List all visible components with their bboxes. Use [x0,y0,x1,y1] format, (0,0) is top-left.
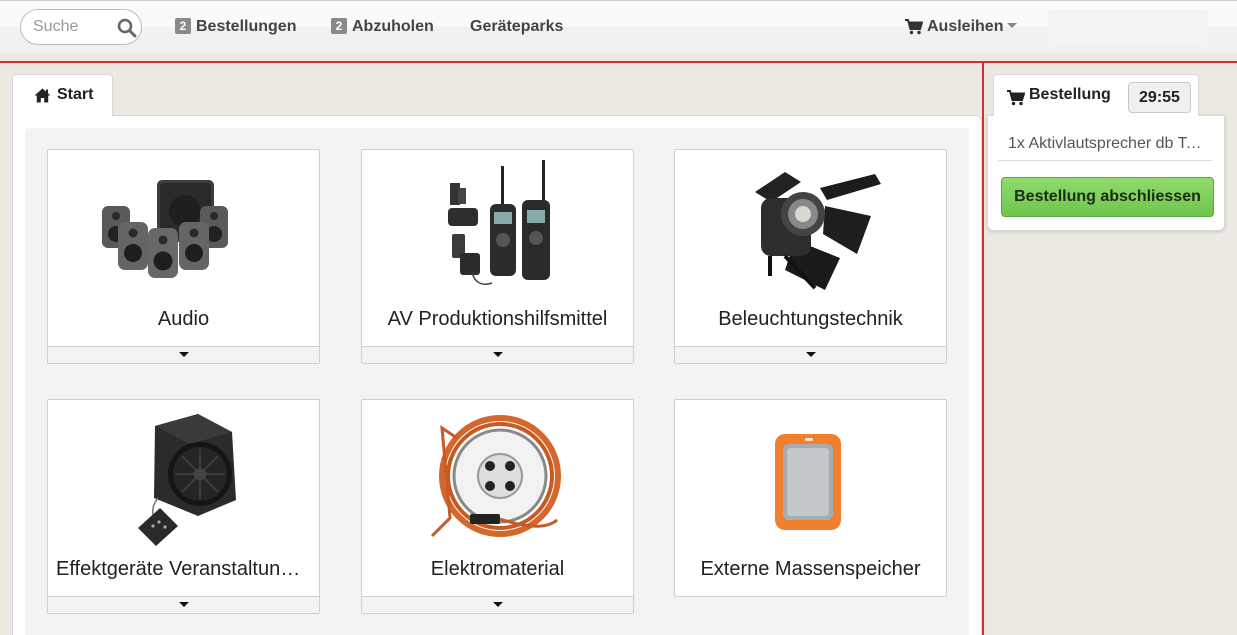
orders-count-badge: 2 [175,18,191,34]
category-title: AV Produktionshilfsmittel [387,308,608,330]
top-navigation-bar: 2 Bestellungen 2 Abzuholen Geräteparks Aus… [0,0,1237,53]
speaker-set-image [102,180,228,278]
search-box[interactable] [20,9,142,45]
checkout-button[interactable]: Bestellung abschliessen [1001,177,1214,217]
user-menu-area[interactable] [1048,9,1208,43]
tab-order-label: Bestellung [1029,86,1111,103]
category-card-effects[interactable]: Effektgeräte Veranstaltungstechnik [47,399,320,614]
caret-down-icon [493,602,503,607]
stage-spotlight-image [755,172,881,290]
cart-icon [905,19,923,35]
category-card-electrical[interactable]: Elektromaterial [361,399,634,614]
order-item-line[interactable]: 1x Aktivlautsprecher db Technologies Ope… [1008,135,1208,153]
tab-order[interactable]: Bestellung 29:55 [993,74,1199,116]
category-expand-toggle[interactable] [362,346,633,363]
frame-divider-horizontal [0,61,1237,63]
category-title: Externe Massenspeicher [700,558,921,580]
category-expand-toggle[interactable] [48,346,319,363]
category-title: Audio [157,308,210,330]
caret-down-icon [179,602,189,607]
nav-equipment-parks-link[interactable]: Geräteparks [470,16,563,38]
borrow-dropdown[interactable]: Ausleihen [927,16,1018,38]
category-card-audio[interactable]: Audio [47,149,320,364]
category-card-av-production[interactable]: AV Produktionshilfsmittel [361,149,634,364]
category-expand-toggle[interactable] [675,346,946,363]
category-title: Elektromaterial [430,558,565,580]
nav-pickup-link[interactable]: 2 Abzuholen [331,16,434,38]
tab-start[interactable]: Start [12,74,113,116]
walkie-talkie-image [448,160,550,285]
nav-orders-label: Bestellungen [196,18,297,35]
order-panel: 1x Aktivlautsprecher db Technologies Ope… [987,115,1225,231]
category-card-external-storage[interactable]: Externe Massenspeicher [674,399,947,597]
cable-reel-image [430,415,561,538]
search-input[interactable] [33,17,113,37]
order-divider [998,160,1212,161]
nav-orders-link[interactable]: 2 Bestellungen [175,16,296,38]
caret-down-icon [806,352,816,357]
category-title: Beleuchtungstechnik [718,308,903,330]
category-expand-toggle[interactable] [362,596,633,613]
caret-down-icon [493,352,503,357]
tab-start-label: Start [57,86,94,103]
cart-icon [1007,90,1025,106]
frame-divider-vertical [982,63,984,635]
category-expand-toggle[interactable] [48,596,319,613]
category-grid: Audio AV Produktionshilfsmittel Beleucht… [25,128,969,635]
home-icon [34,88,51,103]
external-hard-drive-image [775,434,841,530]
nav-pickup-label: Abzuholen [352,18,434,35]
fog-fan-machine-image [138,414,236,546]
search-icon[interactable] [117,18,137,38]
order-timer: 29:55 [1128,82,1191,113]
pickup-count-badge: 2 [331,18,347,34]
category-card-lighting[interactable]: Beleuchtungstechnik [674,149,947,364]
caret-down-icon [179,352,189,357]
category-title: Effektgeräte Veranstaltungstechnik [56,558,311,580]
borrow-label: Ausleihen [927,18,1004,35]
chevron-down-icon [1007,23,1018,28]
nav-parks-label: Geräteparks [470,18,564,35]
